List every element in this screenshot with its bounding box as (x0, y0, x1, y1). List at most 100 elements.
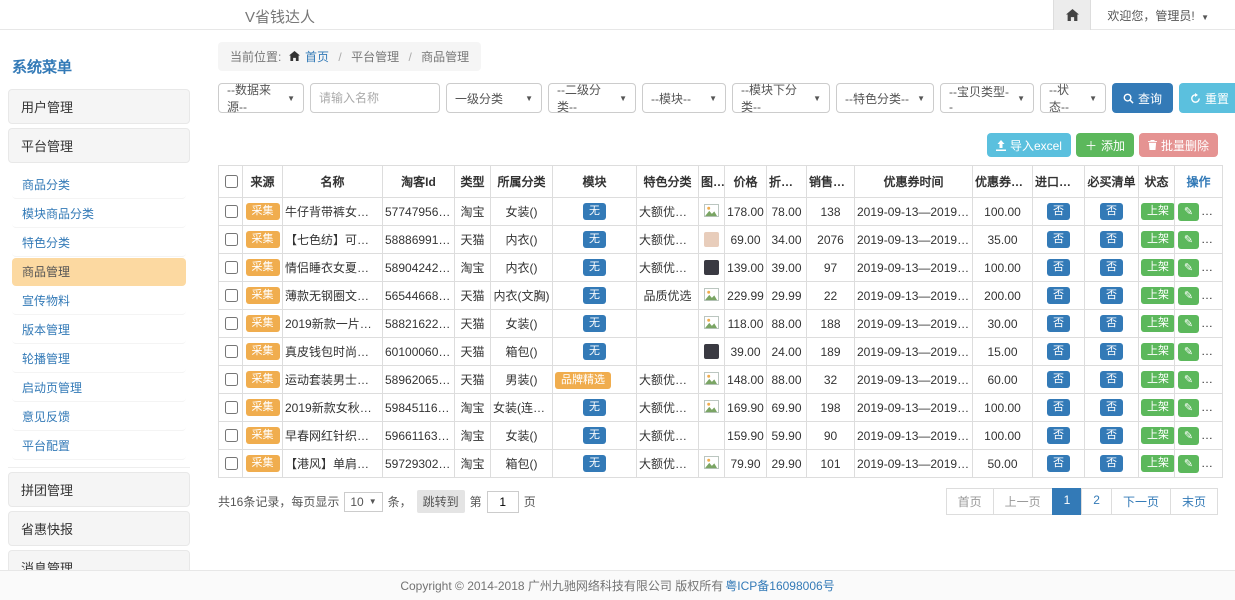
filter-select-2[interactable]: --二级分类--▼ (548, 83, 636, 113)
must-buy-badge[interactable]: 否 (1100, 455, 1123, 472)
must-buy-badge[interactable]: 否 (1100, 203, 1123, 220)
name-search-input[interactable] (310, 83, 440, 113)
row-checkbox[interactable] (225, 429, 238, 442)
price-cell: 79.90 (725, 450, 767, 478)
imported-badge[interactable]: 否 (1047, 259, 1070, 276)
imported-badge[interactable]: 否 (1047, 343, 1070, 360)
page-button-1[interactable]: 1 (1052, 488, 1083, 515)
filter-select-4[interactable]: --模块下分类--▼ (732, 83, 830, 113)
must-buy-badge[interactable]: 否 (1100, 371, 1123, 388)
status-badge[interactable]: 上架 (1141, 231, 1175, 248)
edit-button[interactable]: ✎ (1178, 427, 1199, 445)
breadcrumb-home-link[interactable]: 首页 (305, 50, 329, 64)
source-badge: 采集 (246, 399, 280, 416)
status-badge[interactable]: 上架 (1141, 427, 1175, 444)
search-button[interactable]: 查询 (1112, 83, 1173, 113)
icp-link[interactable]: 粤ICP备16098006号 (725, 577, 834, 594)
column-header-14: 必买清单 (1085, 166, 1139, 198)
source-cell: 采集 (243, 450, 283, 478)
sidebar-item-2[interactable]: 特色分类 (12, 229, 186, 257)
sidebar-item-7[interactable]: 启动页管理 (12, 374, 186, 402)
status-badge[interactable]: 上架 (1141, 287, 1175, 304)
status-badge[interactable]: 上架 (1141, 371, 1175, 388)
sidebar-section-1[interactable]: 平台管理 (8, 128, 190, 163)
imported-badge[interactable]: 否 (1047, 455, 1070, 472)
row-checkbox[interactable] (225, 233, 238, 246)
imported-badge[interactable]: 否 (1047, 427, 1070, 444)
edit-button[interactable]: ✎ (1178, 287, 1199, 305)
edit-button[interactable]: ✎ (1178, 371, 1199, 389)
must-buy-badge[interactable]: 否 (1100, 427, 1123, 444)
must-buy-badge[interactable]: 否 (1100, 231, 1123, 248)
sidebar-section-0[interactable]: 用户管理 (8, 89, 190, 124)
page-button-上一页[interactable]: 上一页 (993, 488, 1053, 515)
source-badge: 采集 (246, 371, 280, 388)
edit-button[interactable]: ✎ (1178, 399, 1199, 417)
sidebar-item-1[interactable]: 模块商品分类 (12, 200, 186, 228)
edit-button[interactable]: ✎ (1178, 203, 1199, 221)
sidebar-item-6[interactable]: 轮播管理 (12, 345, 186, 373)
status-badge[interactable]: 上架 (1141, 455, 1175, 472)
must-buy-badge[interactable]: 否 (1100, 399, 1123, 416)
page-button-下一页[interactable]: 下一页 (1111, 488, 1171, 515)
status-badge[interactable]: 上架 (1141, 343, 1175, 360)
select-all-checkbox[interactable] (225, 175, 238, 188)
row-checkbox[interactable] (225, 373, 238, 386)
reset-button[interactable]: 重置 (1179, 83, 1235, 113)
imported-badge[interactable]: 否 (1047, 399, 1070, 416)
page-button-首页[interactable]: 首页 (946, 488, 994, 515)
must-buy-badge[interactable]: 否 (1100, 315, 1123, 332)
sidebar-menu: 用户管理平台管理商品分类模块商品分类特色分类商品管理宣传物料版本管理轮播管理启动… (8, 89, 190, 570)
sidebar-item-4[interactable]: 宣传物料 (12, 287, 186, 315)
imported-badge[interactable]: 否 (1047, 315, 1070, 332)
status-badge[interactable]: 上架 (1141, 259, 1175, 276)
row-checkbox[interactable] (225, 457, 238, 470)
filter-select-5[interactable]: --特色分类--▼ (836, 83, 934, 113)
must-buy-badge[interactable]: 否 (1100, 259, 1123, 276)
edit-button[interactable]: ✎ (1178, 315, 1199, 333)
sidebar-item-5[interactable]: 版本管理 (12, 316, 186, 344)
filter-select-1[interactable]: 一级分类▼ (446, 83, 542, 113)
row-checkbox-cell (219, 282, 243, 310)
sidebar-item-9[interactable]: 平台配置 (12, 432, 186, 460)
sidebar-section-3[interactable]: 省惠快报 (8, 511, 190, 546)
status-badge[interactable]: 上架 (1141, 399, 1175, 416)
add-button[interactable]: ＋ 添加 (1076, 133, 1134, 157)
imported-badge[interactable]: 否 (1047, 287, 1070, 304)
status-badge[interactable]: 上架 (1141, 203, 1175, 220)
sidebar-section-4[interactable]: 消息管理 (8, 550, 190, 570)
page-button-末页[interactable]: 末页 (1170, 488, 1218, 515)
row-checkbox[interactable] (225, 345, 238, 358)
sidebar-section-2[interactable]: 拼团管理 (8, 472, 190, 507)
data-source-select[interactable]: --数据来源--▼ (218, 83, 304, 113)
filter-select-6[interactable]: --宝贝类型--▼ (940, 83, 1034, 113)
row-checkbox[interactable] (225, 289, 238, 302)
must-buy-badge[interactable]: 否 (1100, 343, 1123, 360)
row-checkbox[interactable] (225, 317, 238, 330)
edit-button[interactable]: ✎ (1178, 455, 1199, 473)
row-checkbox[interactable] (225, 205, 238, 218)
edit-button[interactable]: ✎ (1178, 231, 1199, 249)
sidebar-item-3[interactable]: 商品管理 (12, 258, 186, 286)
status-badge[interactable]: 上架 (1141, 315, 1175, 332)
jump-page-input[interactable] (487, 491, 519, 513)
imported-badge[interactable]: 否 (1047, 371, 1070, 388)
filter-select-7[interactable]: --状态--▼ (1040, 83, 1106, 113)
sidebar-item-0[interactable]: 商品分类 (12, 171, 186, 199)
edit-button[interactable]: ✎ (1178, 343, 1199, 361)
filter-select-3[interactable]: --模块--▼ (642, 83, 726, 113)
imported-badge[interactable]: 否 (1047, 203, 1070, 220)
import-excel-button[interactable]: 导入excel (987, 133, 1071, 157)
page-button-2[interactable]: 2 (1081, 488, 1112, 515)
batch-delete-button[interactable]: 批量删除 (1139, 133, 1218, 157)
row-checkbox[interactable] (225, 401, 238, 414)
home-button[interactable] (1053, 0, 1091, 30)
edit-button[interactable]: ✎ (1178, 259, 1199, 277)
jump-button[interactable]: 跳转到 (417, 490, 465, 513)
user-menu[interactable]: 欢迎您，管理员! ▼ (1107, 7, 1209, 24)
imported-badge[interactable]: 否 (1047, 231, 1070, 248)
per-page-select[interactable]: 10 ▼ (344, 492, 382, 512)
sidebar-item-8[interactable]: 意见反馈 (12, 403, 186, 431)
row-checkbox[interactable] (225, 261, 238, 274)
must-buy-badge[interactable]: 否 (1100, 287, 1123, 304)
